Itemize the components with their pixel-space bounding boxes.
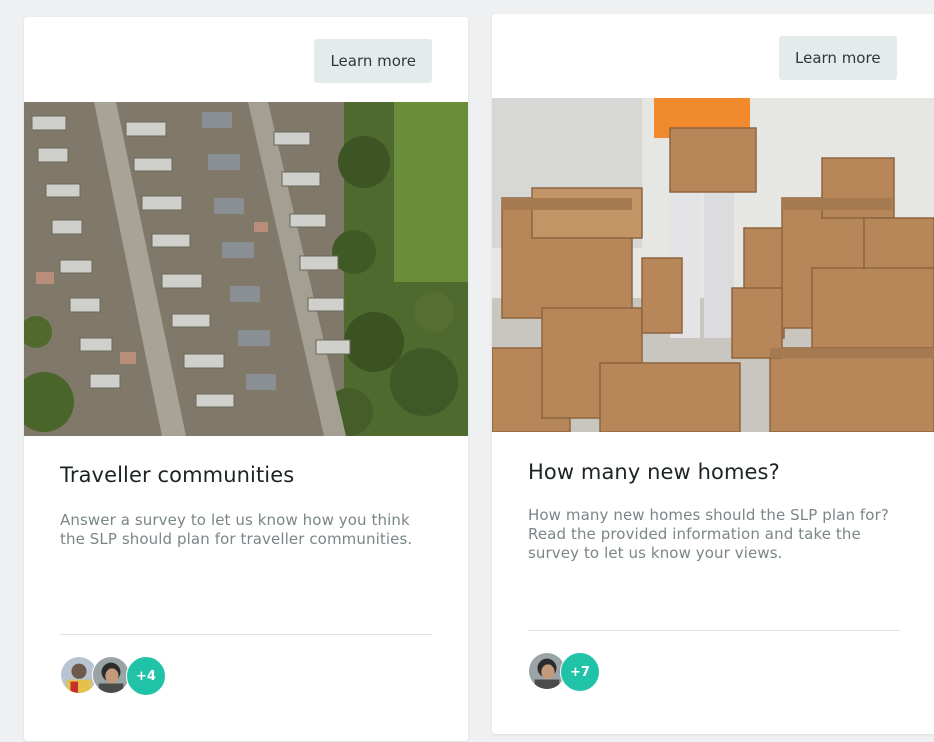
- learn-more-button[interactable]: Learn more: [314, 39, 432, 83]
- avatar: [92, 656, 130, 694]
- aerial-traveller-site-photo: [24, 102, 468, 436]
- consultation-card-traveller[interactable]: Learn more Traveller communities Answer …: [24, 17, 468, 741]
- participants: +4: [60, 656, 180, 696]
- card-description: How many new homes should the SLP plan f…: [528, 506, 889, 562]
- participants-more-badge: +7: [560, 652, 600, 692]
- participants: +7: [528, 652, 628, 692]
- card-description: Answer a survey to let us know how you t…: [60, 511, 413, 548]
- card-divider: [528, 630, 900, 631]
- learn-more-button[interactable]: Learn more: [779, 36, 897, 80]
- consultation-card-new-homes[interactable]: Learn more How many new homes? How many …: [492, 14, 934, 734]
- card-divider: [60, 634, 432, 635]
- card-title: How many new homes?: [528, 460, 780, 484]
- participants-more-badge: +4: [126, 656, 166, 696]
- card-title: Traveller communities: [60, 463, 295, 487]
- moving-boxes-photo: [492, 98, 934, 432]
